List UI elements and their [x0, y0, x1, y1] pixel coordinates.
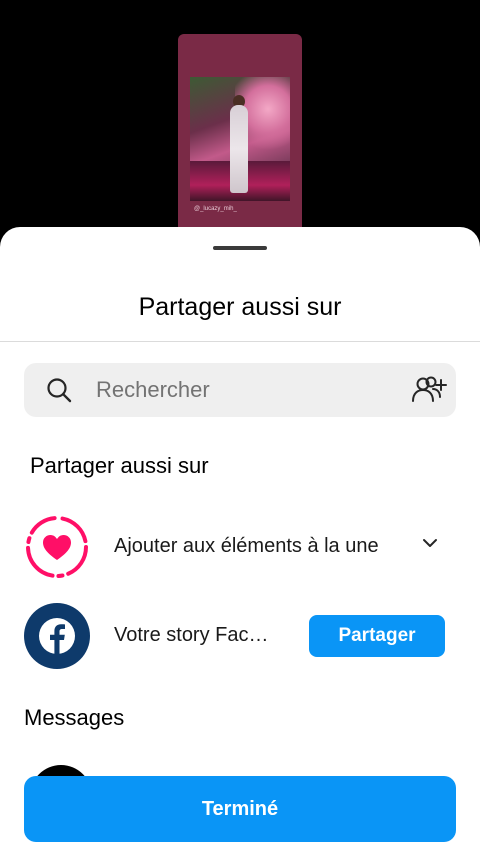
- messages-label: Messages: [24, 705, 125, 730]
- sheet-title: Partager aussi sur: [138, 293, 342, 321]
- facebook-icon: [24, 603, 90, 674]
- search-input[interactable]: Rechercher: [96, 377, 210, 403]
- add-people-icon[interactable]: [410, 374, 448, 411]
- story-caption: @_lucazy_mih_: [194, 206, 237, 212]
- sheet-grabber[interactable]: [213, 246, 267, 250]
- share-button[interactable]: Partager: [309, 615, 445, 657]
- share-sheet: Partager aussi sur Rechercher Partager a…: [0, 227, 480, 854]
- highlights-label: Ajouter aux éléments à la une: [114, 535, 379, 557]
- highlight-heart-icon: [24, 514, 90, 585]
- chevron-down-icon[interactable]: [422, 536, 438, 554]
- search-icon: [46, 377, 72, 408]
- section-label: Partager aussi sur: [30, 453, 209, 478]
- facebook-story-label: Votre story Fac…: [114, 624, 269, 646]
- search-bar[interactable]: Rechercher: [24, 363, 456, 417]
- story-photo: [190, 77, 290, 201]
- story-preview: @_lucazy_mih_: [178, 34, 302, 244]
- facebook-story-row: Votre story Fac… Partager: [24, 603, 456, 669]
- add-to-highlights-row[interactable]: Ajouter aux éléments à la une: [24, 514, 456, 580]
- divider: [0, 341, 480, 342]
- done-button[interactable]: Terminé: [24, 776, 456, 842]
